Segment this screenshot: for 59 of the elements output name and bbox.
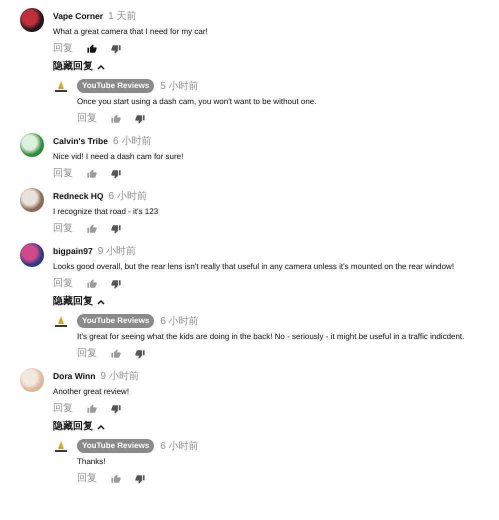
author-name[interactable]: Calvin's Tribe	[53, 134, 108, 148]
reply-button[interactable]: 回复	[53, 279, 73, 289]
thumbs-up-icon[interactable]	[87, 169, 97, 179]
thumbs-down-icon[interactable]	[135, 114, 145, 124]
timestamp[interactable]: 5 小时前	[160, 78, 199, 94]
avatar[interactable]	[20, 243, 44, 267]
reply-button[interactable]: 回复	[77, 474, 97, 484]
reply-button[interactable]: 回复	[53, 169, 73, 179]
hide-replies-button[interactable]: 隐藏回复	[53, 418, 199, 436]
caret-up-icon	[97, 424, 105, 430]
thumbs-down-icon[interactable]	[111, 279, 121, 289]
caret-up-icon	[97, 64, 105, 70]
avatar[interactable]	[20, 8, 44, 32]
timestamp[interactable]: 9 小时前	[98, 244, 136, 258]
timestamp[interactable]: 6 小时前	[160, 314, 199, 328]
thumbs-up-icon[interactable]	[87, 44, 97, 54]
comment-text: What a great camera that I need for my car!	[53, 26, 208, 38]
timestamp[interactable]: 6 小时前	[160, 438, 199, 454]
reply-text: It's great for seeing what the kids are doing in the back! No - seriously - it might be useful in a traffic indicdent.	[77, 331, 464, 343]
thumbs-up-icon[interactable]	[111, 349, 121, 359]
timestamp[interactable]: 6 小时前	[112, 134, 152, 148]
reply-button[interactable]: 回复	[77, 114, 97, 124]
reply-button[interactable]: 回复	[53, 224, 73, 234]
comment-text: Looks good overall, but the rear lens isn't really that useful in any camera unless it's mounted on the rear window!	[53, 261, 454, 273]
reply-button[interactable]: 回复	[53, 404, 73, 414]
author-badge[interactable]: YouTube Reviews	[77, 79, 154, 93]
reply-text: Once you start using a dash cam, you won't want to be without one.	[77, 96, 316, 108]
caret-up-icon	[97, 299, 105, 305]
author-name[interactable]: Redneck HQ	[53, 190, 104, 202]
thumbs-down-icon[interactable]	[111, 169, 121, 179]
channel-logo-icon	[53, 439, 69, 455]
thumbs-up-icon[interactable]	[111, 474, 121, 484]
author-badge[interactable]: YouTube Reviews	[77, 314, 154, 328]
author-badge[interactable]: YouTube Reviews	[77, 439, 154, 453]
thumbs-down-icon[interactable]	[111, 404, 121, 414]
reply-button[interactable]: 回复	[53, 44, 73, 54]
thumbs-down-icon[interactable]	[135, 474, 145, 484]
thumbs-down-icon[interactable]	[135, 349, 145, 359]
hide-replies-button[interactable]: 隐藏回复	[53, 58, 316, 76]
timestamp[interactable]: 1 天前	[108, 8, 136, 24]
author-name[interactable]: Dora Winn	[53, 370, 96, 382]
thumbs-up-icon[interactable]	[111, 114, 121, 124]
thumbs-up-icon[interactable]	[87, 404, 97, 414]
reply-text: Thanks!	[77, 456, 106, 468]
channel-logo-icon	[53, 314, 69, 330]
channel-logo-icon	[53, 79, 69, 95]
thumbs-up-icon[interactable]	[87, 224, 97, 234]
timestamp[interactable]: 9 小时前	[100, 368, 139, 384]
author-name[interactable]: bigpain97	[53, 244, 93, 258]
thumbs-down-icon[interactable]	[111, 44, 121, 54]
author-name[interactable]: Vape Corner	[53, 10, 104, 22]
timestamp[interactable]: 6 小时前	[108, 188, 147, 204]
comment-text: Another great review!	[53, 386, 130, 398]
thumbs-down-icon[interactable]	[111, 224, 121, 234]
comment-text: Nice vid! I need a dash cam for sure!	[53, 151, 184, 163]
thumbs-up-icon[interactable]	[87, 279, 97, 289]
hide-replies-button[interactable]: 隐藏回复	[53, 293, 464, 311]
reply-button[interactable]: 回复	[77, 349, 97, 359]
comment-text: I recognize that road - it's 123	[53, 206, 158, 218]
